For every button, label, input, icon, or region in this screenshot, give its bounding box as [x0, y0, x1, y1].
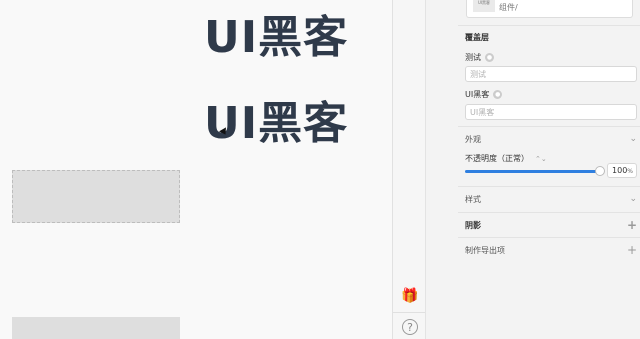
- stepper-icon[interactable]: ⌃⌄: [535, 155, 547, 163]
- eye-icon[interactable]: ●: [493, 90, 503, 99]
- chevron-down-icon[interactable]: ⌄: [629, 194, 637, 204]
- symbol-path: 组件/: [499, 3, 518, 12]
- shadow-heading: 阴影: [465, 220, 481, 230]
- style-section-header[interactable]: 样式 ⌄: [465, 192, 637, 206]
- override-label-2: UI黑客 ●: [465, 89, 503, 100]
- opacity-slider-track[interactable]: [465, 170, 601, 173]
- override-field-1[interactable]: [465, 66, 637, 82]
- shadow-section-header[interactable]: 阴影 +: [465, 218, 637, 232]
- chevron-down-icon[interactable]: ⌄: [629, 134, 637, 144]
- divider: [458, 126, 640, 127]
- override-label-text: UI黑客: [465, 90, 490, 99]
- symbol-thumbnail: UI黑客: [473, 0, 495, 12]
- appearance-heading: 外观: [465, 134, 481, 144]
- opacity-value-input[interactable]: 100%: [607, 163, 637, 178]
- gift-icon[interactable]: 🎁: [401, 287, 419, 305]
- canvas-text-layer-top[interactable]: UI黑客: [204, 16, 348, 60]
- inspector-toolstrip: 🎁 ?: [393, 0, 426, 339]
- override-field-2[interactable]: [465, 104, 637, 120]
- export-section-header[interactable]: 制作导出项 +: [465, 243, 637, 257]
- canvas-text-layer-bottom[interactable]: UI黑客: [204, 102, 348, 146]
- eye-icon[interactable]: ●: [485, 53, 494, 62]
- properties-panel: UI黑客 组件/ 覆盖层 测试 ● UI黑客 ● 外观 ⌄ 不透明度（正常） ⌃…: [458, 0, 640, 339]
- appearance-section-header[interactable]: 外观 ⌄: [465, 132, 637, 146]
- opacity-label: 不透明度（正常）: [465, 154, 529, 163]
- canvas-rectangle-placeholder[interactable]: [12, 170, 180, 223]
- divider: [458, 186, 640, 187]
- style-heading: 样式: [465, 194, 481, 204]
- export-heading: 制作导出项: [465, 245, 505, 255]
- help-icon[interactable]: ?: [402, 319, 418, 335]
- overrides-heading: 覆盖层: [465, 33, 489, 42]
- divider: [458, 237, 640, 238]
- opacity-unit: %: [627, 168, 633, 175]
- design-canvas[interactable]: UI黑客 UI黑客: [0, 0, 392, 339]
- override-label-1: 测试 ●: [465, 52, 494, 63]
- plus-icon[interactable]: +: [627, 244, 637, 256]
- opacity-label-row: 不透明度（正常） ⌃⌄: [465, 153, 547, 164]
- override-label-text: 测试: [465, 53, 481, 62]
- plus-icon[interactable]: +: [627, 219, 637, 231]
- divider: [458, 25, 640, 26]
- opacity-slider-handle[interactable]: [595, 166, 605, 176]
- opacity-value: 100: [612, 166, 628, 175]
- divider: [458, 212, 640, 213]
- canvas-rectangle-bottom[interactable]: [12, 317, 180, 339]
- symbol-instance-card[interactable]: UI黑客 组件/: [466, 0, 633, 18]
- toolstrip-divider: [393, 312, 425, 313]
